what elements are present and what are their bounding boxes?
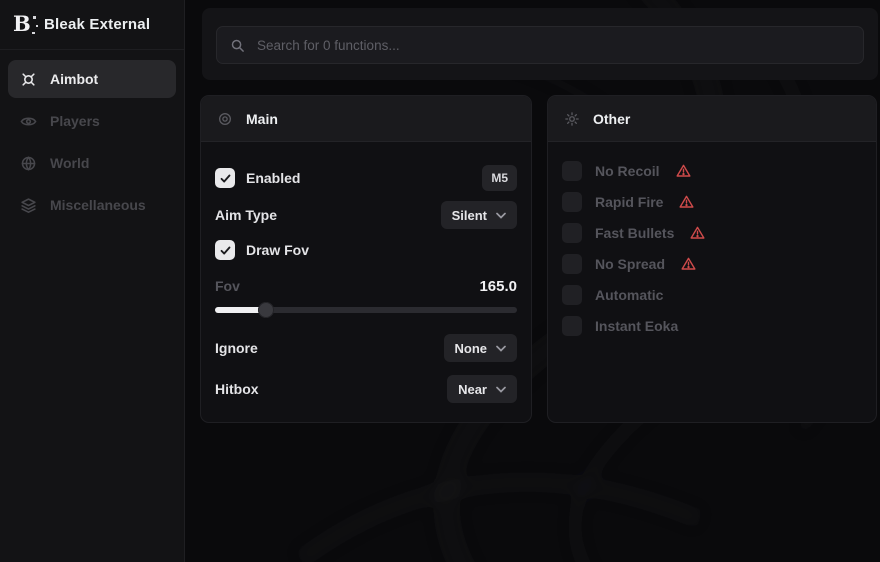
fov-slider-thumb[interactable]: [258, 302, 274, 318]
sidebar-item-label: Aimbot: [50, 71, 98, 87]
warning-triangle-icon: [675, 163, 692, 179]
globe-icon: [20, 155, 37, 172]
bleak-logo-icon: B: [13, 13, 33, 35]
fast-bullets-label: Fast Bullets: [595, 225, 674, 241]
other-panel-title: Other: [593, 111, 630, 127]
search-box[interactable]: [216, 26, 864, 64]
check-icon: [219, 172, 232, 185]
aim-type-row: Aim Type Silent: [215, 201, 517, 229]
hitbox-dropdown[interactable]: Near: [447, 375, 517, 403]
other-panel: Other No Recoil Rapid Fire Fast Bullets: [547, 95, 877, 423]
sidebar-nav: Aimbot Players World Miscellaneous: [0, 60, 184, 224]
search-icon: [230, 38, 245, 53]
sidebar-item-world[interactable]: World: [8, 144, 176, 182]
no-recoil-checkbox[interactable]: [562, 161, 582, 181]
sidebar-item-miscellaneous[interactable]: Miscellaneous: [8, 186, 176, 224]
aim-type-dropdown[interactable]: Silent: [441, 201, 517, 229]
enabled-keybind-button[interactable]: M5: [482, 165, 517, 191]
main-panel: Main Enabled M5 Aim Type Silent: [200, 95, 532, 423]
sidebar-item-players[interactable]: Players: [8, 102, 176, 140]
no-spread-label: No Spread: [595, 256, 665, 272]
aim-type-label: Aim Type: [215, 207, 277, 223]
no-spread-row: No Spread: [562, 254, 862, 274]
no-recoil-label: No Recoil: [595, 163, 660, 179]
bleak-external-window: { "app": { "title": "Bleak External" }, …: [0, 0, 880, 562]
no-recoil-row: No Recoil: [562, 161, 862, 181]
main-panel-body: Enabled M5 Aim Type Silent: [201, 142, 531, 403]
sidebar-item-aimbot[interactable]: Aimbot: [8, 60, 176, 98]
enabled-checkbox[interactable]: [215, 168, 235, 188]
rapid-fire-row: Rapid Fire: [562, 192, 862, 212]
ignore-label: Ignore: [215, 340, 258, 356]
fast-bullets-checkbox[interactable]: [562, 223, 582, 243]
instant-eoka-label: Instant Eoka: [595, 318, 678, 334]
ignore-value: None: [455, 341, 488, 356]
draw-fov-row: Draw Fov: [215, 237, 517, 263]
rapid-fire-label: Rapid Fire: [595, 194, 663, 210]
warning-triangle-icon: [689, 225, 706, 241]
draw-fov-label: Draw Fov: [246, 242, 309, 258]
warning-triangle-icon: [678, 194, 695, 210]
sidebar-item-label: World: [50, 155, 89, 171]
crosshair-icon: [20, 71, 37, 88]
ignore-dropdown[interactable]: None: [444, 334, 518, 362]
no-spread-checkbox[interactable]: [562, 254, 582, 274]
hitbox-row: Hitbox Near: [215, 375, 517, 403]
fast-bullets-row: Fast Bullets: [562, 223, 862, 243]
automatic-checkbox[interactable]: [562, 285, 582, 305]
chevron-down-icon: [496, 345, 506, 352]
search-bar-container: [202, 8, 878, 80]
main-panel-title: Main: [246, 111, 278, 127]
fov-label: Fov: [215, 278, 240, 294]
sidebar-divider: [0, 49, 184, 50]
app-title: Bleak External: [44, 16, 150, 33]
hitbox-label: Hitbox: [215, 381, 259, 397]
fov-slider[interactable]: [215, 302, 517, 318]
instant-eoka-row: Instant Eoka: [562, 316, 862, 336]
enabled-row: Enabled M5: [215, 165, 517, 191]
app-logo-row: B Bleak External: [0, 0, 184, 47]
automatic-row: Automatic: [562, 285, 862, 305]
search-input[interactable]: [257, 38, 850, 53]
fov-value-row: Fov 165.0: [215, 277, 517, 295]
instant-eoka-checkbox[interactable]: [562, 316, 582, 336]
sidebar: B Bleak External Aimbot Players Wor: [0, 0, 185, 562]
chevron-down-icon: [496, 386, 506, 393]
eye-icon: [20, 113, 37, 130]
gear-icon: [564, 111, 580, 127]
other-panel-body: No Recoil Rapid Fire Fast Bullets: [548, 142, 876, 336]
fov-value: 165.0: [479, 278, 517, 295]
chevron-down-icon: [496, 212, 506, 219]
target-icon: [217, 111, 233, 127]
warning-triangle-icon: [680, 256, 697, 272]
draw-fov-checkbox[interactable]: [215, 240, 235, 260]
enabled-label: Enabled: [246, 170, 300, 186]
rapid-fire-checkbox[interactable]: [562, 192, 582, 212]
layers-icon: [20, 197, 37, 214]
check-icon: [219, 244, 232, 257]
aim-type-value: Silent: [452, 208, 487, 223]
ignore-row: Ignore None: [215, 334, 517, 362]
sidebar-item-label: Miscellaneous: [50, 197, 146, 213]
sidebar-item-label: Players: [50, 113, 100, 129]
hitbox-value: Near: [458, 382, 487, 397]
automatic-label: Automatic: [595, 287, 663, 303]
other-panel-header: Other: [548, 96, 876, 142]
main-panel-header: Main: [201, 96, 531, 142]
